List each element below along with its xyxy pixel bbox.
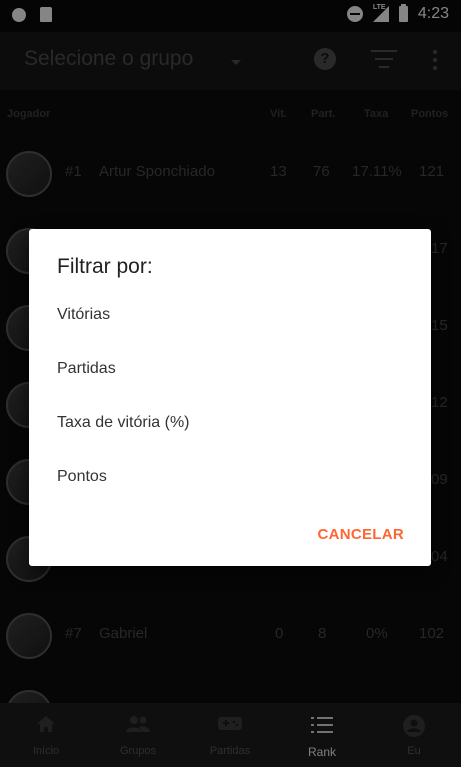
dialog-title: Filtrar por:: [57, 255, 153, 278]
filter-option-taxa[interactable]: Taxa de vitória (%): [57, 414, 190, 432]
filter-dialog: Filtrar por: Vitórias Partidas Taxa de v…: [29, 229, 431, 566]
filter-option-pontos[interactable]: Pontos: [57, 468, 107, 486]
filter-option-vitorias[interactable]: Vitórias: [57, 306, 110, 324]
filter-option-partidas[interactable]: Partidas: [57, 360, 116, 378]
cancel-button[interactable]: CANCELAR: [317, 526, 404, 543]
